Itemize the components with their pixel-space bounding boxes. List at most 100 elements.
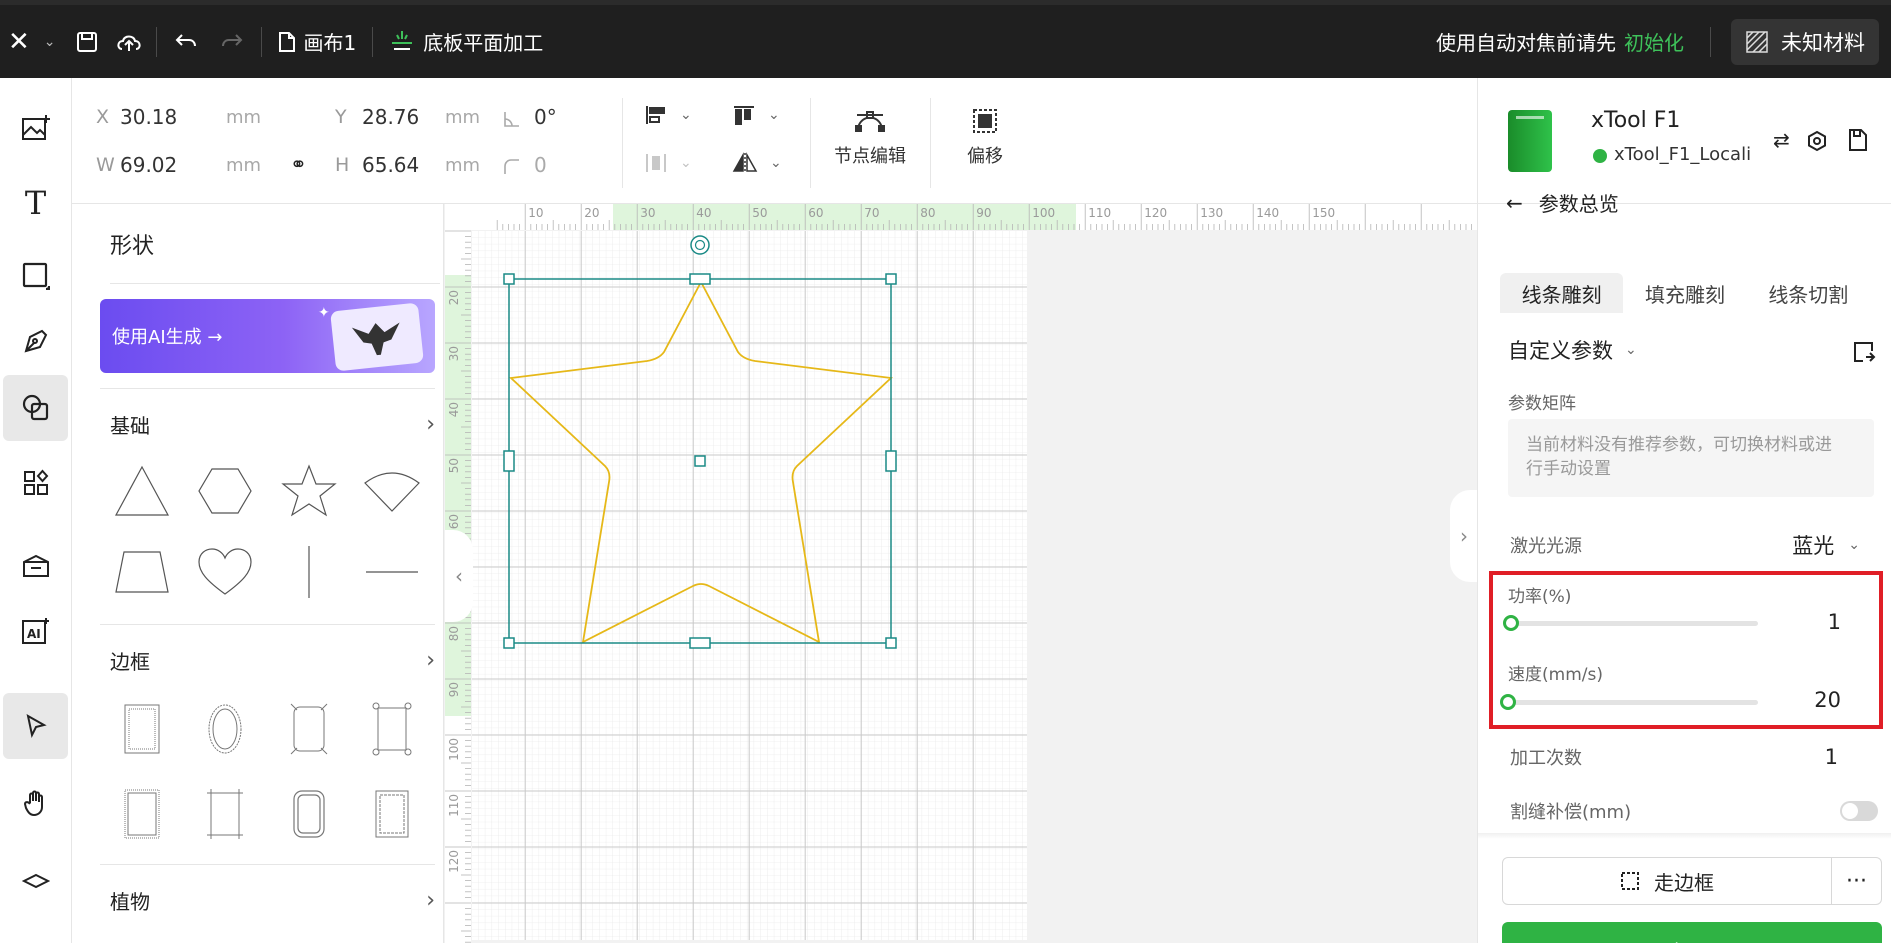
border-frame-shape[interactable] bbox=[274, 779, 344, 849]
rotation-input[interactable]: 0° bbox=[534, 105, 557, 129]
resize-handle-left[interactable] bbox=[503, 450, 515, 472]
trapezoid-icon bbox=[115, 551, 169, 593]
ornate-frame-icon bbox=[124, 704, 160, 754]
section-plants-header[interactable]: 植物 › bbox=[110, 880, 435, 920]
corner-radius-input[interactable]: 0 bbox=[534, 153, 547, 177]
frame-button[interactable]: 走边框 bbox=[1502, 857, 1832, 905]
resize-handle-top-left[interactable] bbox=[503, 273, 515, 285]
settings-icon[interactable] bbox=[1806, 130, 1828, 152]
document-icon[interactable] bbox=[1848, 128, 1868, 152]
layers-tool[interactable] bbox=[3, 870, 68, 900]
ai-generate-banner[interactable]: 使用AI生成 → ✦ bbox=[100, 299, 435, 373]
distribute-dropdown[interactable]: ⌄ bbox=[644, 152, 692, 174]
canvas-name-button[interactable]: 画布1 bbox=[268, 5, 367, 78]
hexagon-shape[interactable] bbox=[190, 456, 260, 526]
resize-handle-top[interactable] bbox=[689, 273, 711, 285]
h-label: H bbox=[335, 154, 350, 176]
kerf-toggle[interactable] bbox=[1840, 801, 1878, 821]
chevron-right-icon: › bbox=[426, 411, 435, 437]
passes-value[interactable]: 1 bbox=[1825, 745, 1838, 769]
passes-label: 加工次数 bbox=[1510, 748, 1582, 769]
rectangle-tool[interactable] bbox=[3, 243, 68, 309]
collapse-params-panel-button[interactable]: › bbox=[1450, 490, 1478, 582]
app-menu-button[interactable]: ✕ ⌄ bbox=[0, 5, 66, 78]
resize-handle-right[interactable] bbox=[885, 450, 897, 472]
design-canvas[interactable]: 10 20 30 40 50 60 70 80 90 100 110 120 130 140 150 20 30… bbox=[445, 204, 1477, 943]
tab-line-engrave[interactable]: 线条雕刻 bbox=[1500, 273, 1624, 313]
heart-shape[interactable] bbox=[190, 537, 260, 607]
border-frame-shape[interactable] bbox=[357, 779, 427, 849]
highlight-box bbox=[1489, 571, 1883, 729]
triangle-icon bbox=[114, 465, 170, 516]
section-border-header[interactable]: 边框 › bbox=[110, 640, 435, 680]
ruler-label: 10 bbox=[528, 206, 543, 220]
hand-tool[interactable] bbox=[3, 770, 68, 836]
horizontal-line-shape[interactable] bbox=[357, 537, 427, 607]
x-input[interactable]: 30.18 bbox=[120, 105, 177, 129]
divider bbox=[260, 26, 262, 57]
tab-line-cut[interactable]: 线条切割 bbox=[1747, 273, 1870, 313]
redo-icon[interactable] bbox=[217, 27, 247, 57]
elements-tool[interactable] bbox=[3, 450, 68, 516]
pen-tool[interactable] bbox=[3, 308, 68, 374]
ai-tool[interactable]: AI bbox=[3, 598, 68, 664]
border-frame-shape[interactable] bbox=[107, 779, 177, 849]
cloud-upload-icon[interactable] bbox=[114, 27, 144, 57]
border-frame-shape[interactable] bbox=[357, 694, 427, 764]
material-texture-icon bbox=[1746, 30, 1768, 53]
rotate-handle[interactable] bbox=[690, 235, 710, 255]
back-to-overview[interactable]: ← 参数总览 bbox=[1506, 188, 1619, 217]
align-vertical-dropdown[interactable]: ⌄ bbox=[732, 104, 780, 126]
custom-params-dropdown[interactable]: 自定义参数 ⌄ bbox=[1508, 335, 1637, 365]
projects-tool[interactable] bbox=[3, 533, 68, 599]
initialize-link[interactable]: 初始化 bbox=[1624, 27, 1684, 56]
image-upload-tool[interactable] bbox=[3, 95, 68, 161]
text-tool[interactable]: T bbox=[3, 170, 68, 236]
offset-button[interactable]: 偏移 bbox=[967, 108, 1003, 168]
node-edit-icon bbox=[855, 111, 885, 132]
lock-ratio-icon[interactable]: ⚭ bbox=[290, 152, 307, 176]
laser-base-icon bbox=[392, 30, 413, 50]
switch-device-icon[interactable]: ⇄ bbox=[1773, 128, 1790, 152]
shapes-tool[interactable] bbox=[3, 375, 68, 441]
process-button[interactable]: 加工 bbox=[1502, 922, 1882, 943]
y-input[interactable]: 28.76 bbox=[362, 105, 419, 129]
tab-fill-engrave[interactable]: 填充雕刻 bbox=[1623, 273, 1746, 313]
y-unit: mm bbox=[445, 107, 481, 128]
undo-icon[interactable] bbox=[171, 27, 201, 57]
resize-handle-bottom-right[interactable] bbox=[885, 637, 897, 649]
border-frame-shape[interactable] bbox=[107, 694, 177, 764]
flip-dropdown[interactable]: ⌄ bbox=[732, 152, 782, 174]
ruler-label: 50 bbox=[752, 206, 767, 220]
section-basic-header[interactable]: 基础 › bbox=[110, 404, 435, 444]
align-horizontal-dropdown[interactable]: ⌄ bbox=[644, 104, 692, 126]
material-button[interactable]: 未知材料 bbox=[1731, 18, 1879, 65]
collapse-shapes-panel-button[interactable]: ‹ bbox=[445, 530, 473, 622]
vertical-line-shape[interactable] bbox=[274, 537, 344, 607]
star-shape[interactable] bbox=[274, 456, 344, 526]
triangle-shape[interactable] bbox=[107, 456, 177, 526]
border-frame-shape[interactable] bbox=[190, 779, 260, 849]
trapezoid-shape[interactable] bbox=[107, 537, 177, 607]
laser-source-row: 激光光源 蓝光 ⌄ bbox=[1510, 530, 1860, 560]
select-tool[interactable] bbox=[3, 693, 68, 759]
border-frame-shape[interactable] bbox=[190, 694, 260, 764]
laser-source-dropdown[interactable]: 蓝光 ⌄ bbox=[1792, 530, 1860, 560]
resize-handle-top-right[interactable] bbox=[885, 273, 897, 285]
process-mode-button[interactable]: 底板平面加工 bbox=[379, 5, 553, 78]
center-handle[interactable] bbox=[694, 455, 706, 467]
save-icon[interactable] bbox=[72, 27, 102, 57]
resize-handle-bottom-left[interactable] bbox=[503, 637, 515, 649]
chevron-down-icon: ⌄ bbox=[43, 33, 56, 50]
export-params-icon[interactable] bbox=[1852, 340, 1876, 364]
sector-shape[interactable] bbox=[357, 456, 427, 526]
resize-handle-bottom[interactable] bbox=[689, 637, 711, 649]
border-frame-shape[interactable] bbox=[274, 694, 344, 764]
canvas-area[interactable]: 10 20 30 40 50 60 70 80 90 100 110 120 130 140 150 20 30… bbox=[445, 204, 1477, 943]
ruler-label: 20 bbox=[584, 206, 599, 220]
h-input[interactable]: 65.64 bbox=[362, 153, 419, 177]
rectangle-icon bbox=[22, 262, 50, 290]
w-input[interactable]: 69.02 bbox=[120, 153, 177, 177]
node-edit-button[interactable]: 节点编辑 bbox=[834, 108, 906, 168]
more-options-button[interactable]: ··· bbox=[1832, 857, 1882, 905]
